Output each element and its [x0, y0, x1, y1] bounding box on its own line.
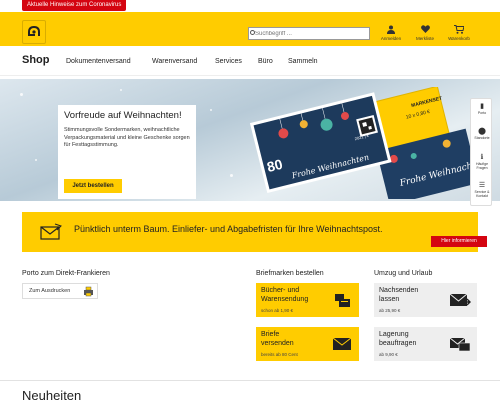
quick-access-bar: ▮ Porto ⬤ Standorte ℹ Häufige Fragen ☰ S…	[470, 98, 492, 206]
alert-strip: Aktuelle Hinweise zum Coronavirus	[0, 0, 500, 12]
login-label: Anmelden	[380, 36, 402, 41]
nav-item-dokumentenversand[interactable]: Dokumentenversand	[66, 58, 131, 65]
tile-title: Briefe versenden	[261, 331, 294, 347]
tile-price: ab 25,90 €	[379, 308, 401, 313]
info-banner: Pünktlich unterm Baum. Einliefer- und Ab…	[22, 212, 487, 252]
forward-mail-icon	[449, 293, 471, 306]
search-input[interactable]	[248, 27, 370, 40]
location-icon: ⬤	[478, 128, 486, 135]
tile-title: Lagerung beauftragen	[379, 331, 417, 347]
snowflake	[35, 159, 37, 161]
news-heading: Neuheiten	[22, 388, 82, 400]
letter-icon	[332, 337, 352, 350]
tile-nachsenden[interactable]: Nachsenden lassen ab 25,90 €	[374, 283, 477, 317]
nav-item-sammeln[interactable]: Sammeln	[288, 58, 318, 65]
side-porto[interactable]: ▮ Porto	[471, 102, 493, 115]
heart-icon	[410, 25, 440, 36]
side-standorte[interactable]: ⬤ Standorte	[471, 127, 493, 140]
cart-link[interactable]: Warenkorb	[444, 25, 474, 41]
section-divider	[0, 380, 500, 381]
print-porto-label: Zum Ausdrucken	[29, 288, 71, 294]
envelope-icon	[40, 223, 62, 240]
side-porto-label: Porto	[477, 111, 487, 115]
banner-text: Pünktlich unterm Baum. Einliefer- und Ab…	[74, 224, 383, 234]
tile-buecher-warensendung[interactable]: Bücher- und Warensendung schon ab 1,90 €	[256, 283, 359, 317]
learn-more-button[interactable]: Hier informieren	[431, 236, 487, 247]
post-horn-icon	[28, 26, 40, 36]
login-link[interactable]: Anmelden	[376, 25, 406, 41]
tile-price: bereits ab 80 Cent	[261, 352, 298, 357]
moving-section-title: Umzug und Urlaub	[374, 270, 433, 277]
porto-section-title: Porto zum Direkt-Frankieren	[22, 270, 110, 277]
snowflake	[210, 109, 212, 111]
tile-briefe-versenden[interactable]: Briefe versenden bereits ab 80 Cent	[256, 327, 359, 361]
wishlist-label: Merkliste	[415, 36, 434, 41]
stamps-section-title: Briefmarken bestellen	[256, 270, 324, 277]
hero-text: Stimmungsvolle Sondermarken, weihnachtli…	[64, 127, 190, 148]
tile-title: Bücher- und Warensendung	[261, 287, 309, 303]
wishlist-link[interactable]: Merkliste	[410, 25, 440, 41]
snowflake	[20, 93, 23, 96]
header: Anmelden Merkliste Warenkorb	[0, 12, 500, 46]
storage-mail-icon	[449, 337, 471, 352]
snowflake	[120, 89, 122, 91]
search-icon	[250, 30, 255, 35]
nav-shop-title[interactable]: Shop	[22, 54, 50, 66]
side-service-label: Service & Kontakt	[474, 190, 490, 198]
side-faq[interactable]: ℹ Häufige Fragen	[471, 153, 493, 170]
tile-price: ab 9,90 €	[379, 352, 398, 357]
tile-lagerung[interactable]: Lagerung beauftragen ab 9,90 €	[374, 327, 477, 361]
order-now-button[interactable]: Jetzt bestellen	[64, 179, 122, 193]
cart-label: Warenkorb	[448, 36, 470, 41]
hero-title: Vorfreude auf Weihnachten!	[64, 110, 182, 121]
nav-item-warenversand[interactable]: Warenversand	[152, 58, 197, 65]
christmas-stamp-illustration: MARKENSET 10 x 0,80 € Frohe Weihnachten …	[249, 87, 478, 199]
nav-item-services[interactable]: Services	[215, 58, 242, 65]
tile-title: Nachsenden lassen	[379, 287, 419, 303]
main-nav: Shop Dokumentenversand Warenversand Serv…	[0, 46, 500, 76]
side-standorte-label: Standorte	[474, 136, 490, 140]
cart-icon	[444, 25, 474, 36]
side-service[interactable]: ☰ Service & Kontakt	[471, 181, 493, 198]
printer-icon	[84, 286, 93, 297]
user-icon	[376, 25, 406, 36]
page: Aktuelle Hinweise zum Coronavirus Anmeld…	[0, 0, 500, 400]
hero-banner: Vorfreude auf Weihnachten! Stimmungsvoll…	[0, 79, 500, 201]
print-porto-button[interactable]: Zum Ausdrucken	[22, 283, 98, 299]
side-faq-label: Häufige Fragen	[475, 162, 489, 170]
post-horn-logo[interactable]	[22, 20, 46, 44]
info-icon: ℹ	[480, 154, 484, 161]
porto-side-icon: ▮	[480, 103, 484, 110]
nav-item-buero[interactable]: Büro	[258, 58, 273, 65]
parcel-icon	[335, 294, 350, 307]
service-icon: ☰	[478, 182, 486, 189]
corona-alert-button[interactable]: Aktuelle Hinweise zum Coronavirus	[22, 0, 127, 11]
tile-price: schon ab 1,90 €	[261, 308, 294, 313]
hero-card: Vorfreude auf Weihnachten! Stimmungsvoll…	[58, 105, 196, 199]
snowflake	[230, 174, 233, 177]
